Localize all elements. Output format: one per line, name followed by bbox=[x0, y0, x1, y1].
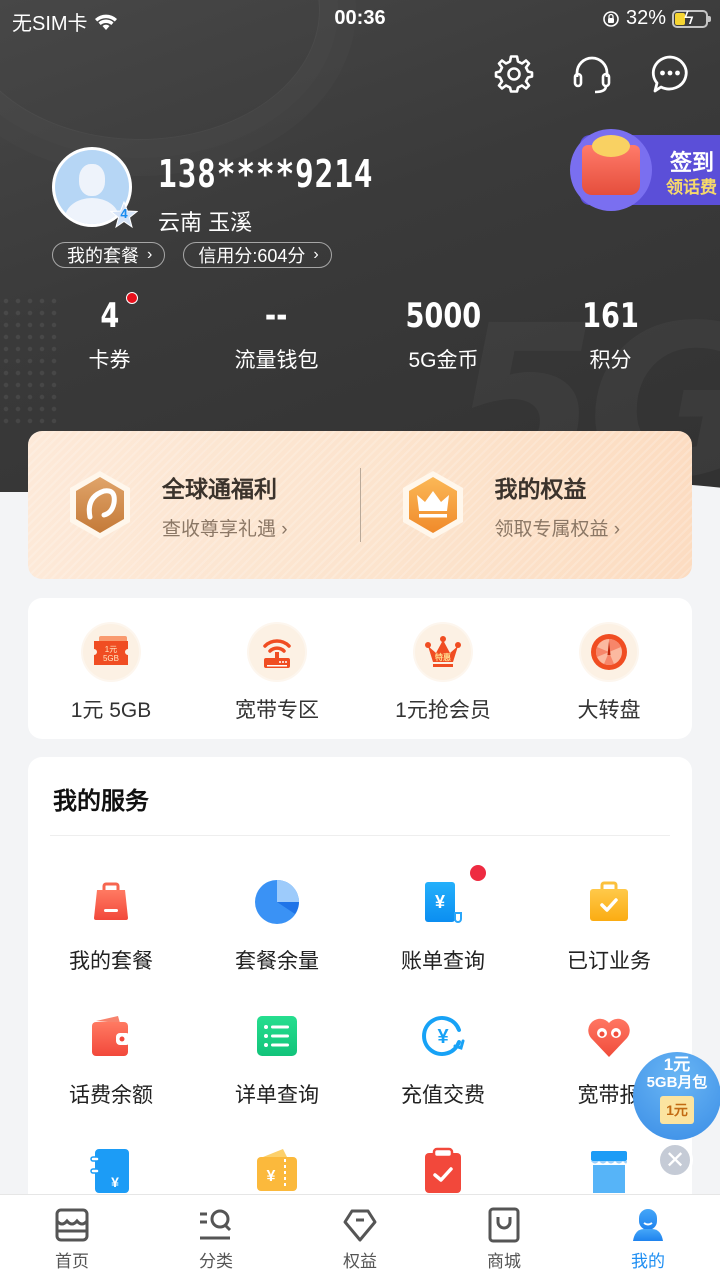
service-recharge[interactable]: ¥ 充值交费 bbox=[360, 1011, 526, 1109]
battery-percent: 32% bbox=[625, 7, 666, 29]
signin-button[interactable]: 签到 领话费 bbox=[570, 129, 720, 211]
customer-service-button[interactable] bbox=[568, 50, 616, 98]
svg-text:特惠: 特惠 bbox=[435, 652, 451, 662]
charging-bolt-icon: ϟ bbox=[684, 7, 694, 28]
service-bill-query[interactable]: ¥ 账单查询 bbox=[360, 865, 526, 975]
coupon-yuan-icon: ¥ bbox=[252, 1145, 302, 1195]
service-my-plan[interactable]: 我的套餐 bbox=[28, 877, 194, 975]
stat-data-wallet[interactable]: -- 流量钱包 bbox=[193, 296, 360, 374]
svg-text:¥: ¥ bbox=[435, 892, 445, 912]
quick-entry-1yuan-5gb[interactable]: 1元 5GB 1元 5GB bbox=[28, 624, 194, 739]
divider bbox=[50, 835, 670, 836]
service-detail-query[interactable]: 详单查询 bbox=[194, 1011, 360, 1109]
gift-box-icon bbox=[570, 129, 652, 211]
ticket-icon: 1元 bbox=[660, 1096, 694, 1124]
diamond-icon bbox=[340, 1205, 380, 1245]
battery-icon: ϟ bbox=[672, 7, 711, 28]
section-title: 我的服务 bbox=[53, 788, 149, 815]
bill-icon: ¥ bbox=[418, 877, 468, 927]
category-search-icon bbox=[196, 1205, 236, 1245]
notification-dot bbox=[470, 865, 486, 881]
service-plan-balance[interactable]: 套餐余量 bbox=[194, 877, 360, 975]
tab-category[interactable]: 分类 bbox=[144, 1195, 288, 1280]
chevron-right-icon: › bbox=[147, 246, 153, 263]
router-icon bbox=[249, 624, 305, 680]
service-balance[interactable]: 话费余额 bbox=[28, 1011, 194, 1109]
close-icon: ✕ bbox=[664, 1146, 686, 1174]
tab-mine[interactable]: 我的 bbox=[576, 1195, 720, 1280]
wheel-icon bbox=[581, 624, 637, 680]
crown-icon: 特惠 bbox=[415, 624, 471, 680]
list-icon bbox=[252, 1011, 302, 1061]
header-actions bbox=[490, 50, 694, 98]
clipboard-check-icon bbox=[418, 1145, 468, 1195]
svg-text:¥: ¥ bbox=[437, 1026, 449, 1048]
notification-dot bbox=[126, 292, 138, 304]
signin-subtitle: 领话费 bbox=[666, 178, 717, 197]
chevron-right-icon: › bbox=[313, 246, 319, 263]
orientation-lock-icon bbox=[603, 10, 619, 27]
quick-entry-lucky-wheel[interactable]: 大转盘 bbox=[526, 624, 692, 739]
gear-icon bbox=[494, 55, 534, 93]
pie-chart-icon bbox=[252, 877, 302, 927]
briefcase-check-icon bbox=[584, 877, 634, 927]
phone-number: 138****9214 bbox=[158, 152, 374, 196]
store-icon bbox=[584, 1145, 634, 1195]
tab-home[interactable]: 首页 bbox=[0, 1195, 144, 1280]
close-promo-button[interactable]: ✕ bbox=[657, 1142, 693, 1178]
status-bar: 无SIM卡 00:36 32% ϟ bbox=[0, 0, 720, 38]
chevron-right-icon: › bbox=[281, 518, 288, 540]
stat-coupons[interactable]: 4 卡券 bbox=[26, 292, 193, 374]
location: 云南 玉溪 bbox=[158, 210, 253, 235]
member-level-badge: 4 bbox=[109, 200, 139, 229]
bottom-tab-bar: 首页 分类 权益 商城 我的 bbox=[0, 1194, 720, 1280]
tab-benefits[interactable]: 权益 bbox=[288, 1195, 432, 1280]
quick-entries: 1元 5GB 1元 5GB 宽带专区 特惠 1元抢会员 大转盘 bbox=[28, 598, 692, 739]
yuan-refresh-icon: ¥ bbox=[418, 1011, 468, 1061]
global-benefits-entry[interactable]: 全球通福利 查收尊享礼遇 › bbox=[28, 431, 360, 579]
messages-button[interactable] bbox=[646, 50, 694, 98]
svg-text:5GB: 5GB bbox=[103, 654, 119, 663]
stat-5g-coins[interactable]: 5000 5G金币 bbox=[360, 296, 527, 374]
profile-icon bbox=[628, 1205, 668, 1245]
avatar[interactable]: 4 bbox=[52, 147, 139, 229]
globe-hex-icon bbox=[70, 471, 130, 539]
chevron-right-icon: › bbox=[613, 518, 621, 540]
service-subscribed[interactable]: 已订业务 bbox=[526, 877, 692, 975]
quick-entry-membership[interactable]: 特惠 1元抢会员 bbox=[360, 624, 526, 739]
stat-points[interactable]: 161 积分 bbox=[527, 296, 694, 374]
data-ticket-icon: 1元 5GB bbox=[83, 624, 139, 680]
notebook-yuan-icon: ¥ bbox=[86, 1145, 136, 1195]
my-rights-entry[interactable]: 我的权益 领取专属权益 › bbox=[361, 431, 693, 579]
wallet-icon bbox=[86, 1011, 136, 1061]
my-plan-pill[interactable]: 我的套餐 › bbox=[52, 242, 166, 268]
svg-text:¥: ¥ bbox=[111, 1174, 119, 1190]
bag-icon bbox=[86, 877, 136, 927]
crown-hex-icon bbox=[402, 471, 463, 539]
benefits-card: 全球通福利 查收尊享礼遇 › 我的权益 领取专属权益 › bbox=[28, 431, 692, 579]
chat-bubble-icon bbox=[651, 55, 688, 93]
my-services-card: 我的服务 我的套餐 套餐余量 ¥ 账单查询 已订业务 话费余额 详单查询 ¥ 充… bbox=[28, 757, 692, 1217]
floating-promo-1yuan-5gb[interactable]: 1元 5GB月包 1元 bbox=[633, 1052, 720, 1140]
shopping-bag-icon bbox=[484, 1205, 524, 1245]
svg-text:1元: 1元 bbox=[105, 645, 117, 654]
account-stats: 4 卡券 -- 流量钱包 5000 5G金币 161 积分 bbox=[26, 292, 694, 374]
headset-icon bbox=[573, 56, 611, 94]
credit-score-pill[interactable]: 信用分:604分 › bbox=[183, 242, 332, 268]
home-icon bbox=[52, 1205, 92, 1245]
heart-people-icon bbox=[584, 1011, 634, 1061]
svg-text:¥: ¥ bbox=[267, 1168, 276, 1185]
tab-mall[interactable]: 商城 bbox=[432, 1195, 576, 1280]
quick-entry-broadband[interactable]: 宽带专区 bbox=[194, 624, 360, 739]
settings-button[interactable] bbox=[490, 50, 538, 98]
